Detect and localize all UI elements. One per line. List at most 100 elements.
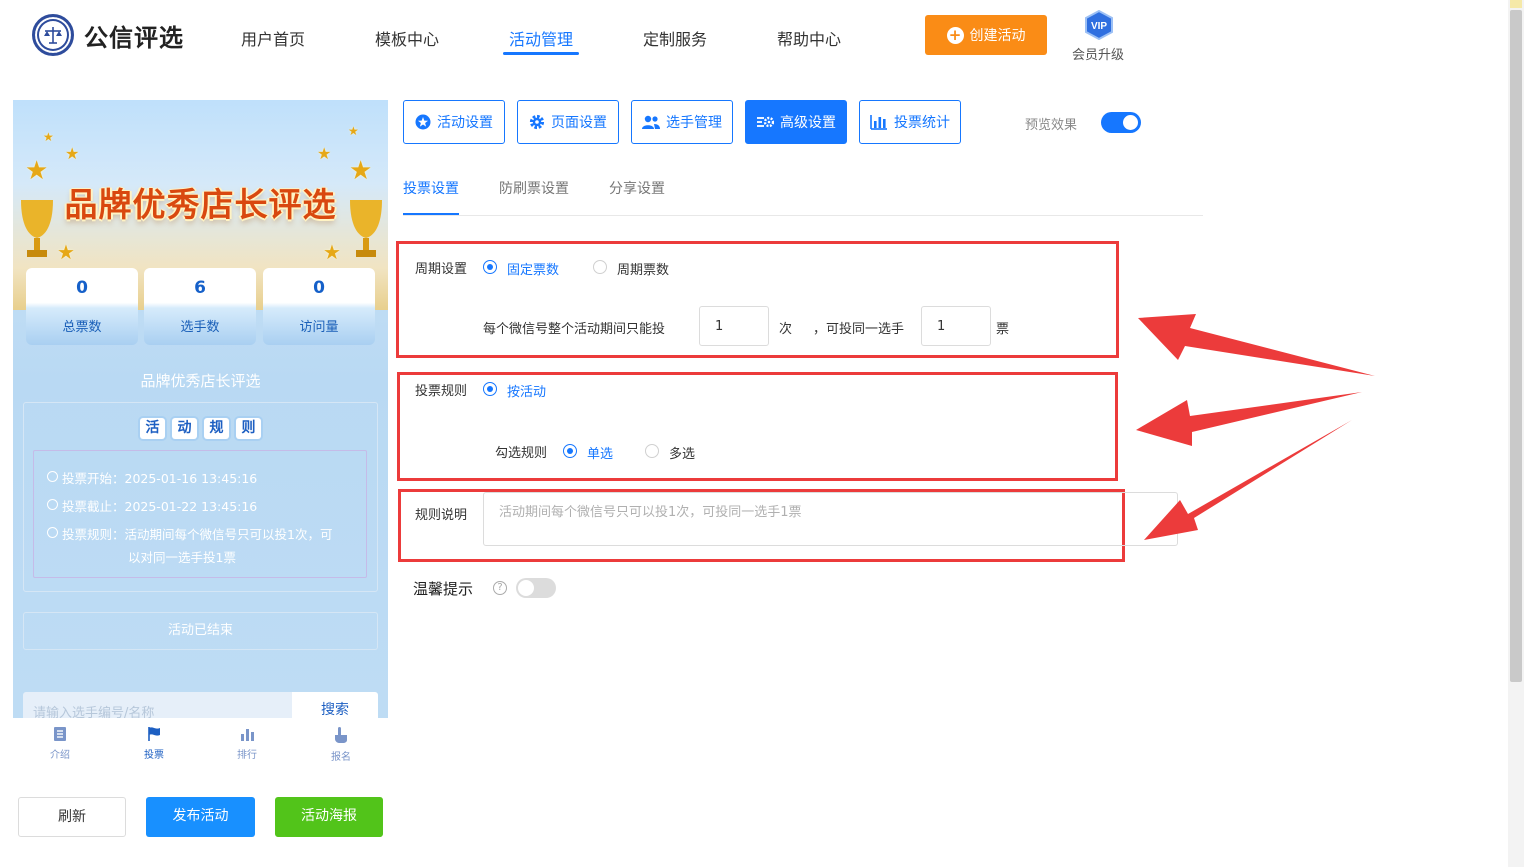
tab-vote-statistics[interactable]: 投票统计 <box>859 100 961 144</box>
star-circle-icon <box>415 114 431 130</box>
nav-active-underline <box>503 52 579 55</box>
stat-value: 0 <box>76 278 88 298</box>
contestant-search-input[interactable]: 请输入选手编号/名称 <box>23 692 293 718</box>
tab-label: 排行 <box>237 750 257 761</box>
activity-poster-button[interactable]: 活动海报 <box>275 797 383 837</box>
stat-label: 选手数 <box>180 320 220 335</box>
star-icon: ★ <box>65 144 80 163</box>
users-icon <box>642 115 660 129</box>
bar-chart-icon <box>241 729 254 741</box>
rule-text: 投票开始：2025-01-16 13:45:16 <box>62 471 258 486</box>
scroll-up-arrow-icon[interactable] <box>1510 0 1522 8</box>
tab-vote[interactable]: 投票 <box>124 726 184 761</box>
search-button[interactable]: 搜索 <box>292 692 378 718</box>
tab-signup[interactable]: 报名 <box>311 726 371 763</box>
stat-value: 6 <box>194 278 206 298</box>
tab-label: 活动设置 <box>437 115 493 131</box>
vote-times-unit: 次 <box>779 322 793 337</box>
radio-by-activity[interactable] <box>483 382 497 396</box>
tab-intro[interactable]: 介绍 <box>30 726 90 761</box>
clock-icon <box>47 471 58 482</box>
tab-advanced-settings[interactable]: 高级设置 <box>745 100 847 144</box>
option-fixed-votes-label[interactable]: 固定票数 <box>507 259 559 278</box>
annotation-arrows <box>1136 314 1375 540</box>
radio-multi-select[interactable] <box>645 444 659 458</box>
rule-text: 以对同一选手投1票 <box>128 550 236 565</box>
rule-vote-rule-cont: 以对同一选手投1票 <box>128 547 236 566</box>
tab-ranking[interactable]: 排行 <box>217 726 277 761</box>
tab-label: 投票统计 <box>894 115 950 131</box>
scrollbar-thumb[interactable] <box>1510 10 1522 682</box>
banner-title: 品牌优秀店长评选 <box>64 185 337 224</box>
warm-tip-label: 温馨提示 <box>413 580 474 598</box>
info-icon <box>47 527 58 538</box>
period-sentence-mid: ，可投同一选手 <box>813 322 905 337</box>
arrow-icon <box>1138 314 1375 376</box>
radio-fixed-votes[interactable] <box>483 260 497 274</box>
preview-effect-toggle[interactable] <box>1101 112 1141 133</box>
nav-activity-management[interactable]: 活动管理 <box>509 26 573 50</box>
stat-card-visits: 0 访问量 <box>263 268 375 345</box>
activity-ended-status: 活动已结束 <box>23 612 378 650</box>
period-settings-label: 周期设置 <box>415 262 468 277</box>
brand-name: 公信评选 <box>84 24 184 52</box>
stat-value: 0 <box>313 278 325 298</box>
rule-vote-rule: 投票规则：活动期间每个微信号只可以投1次，可 <box>47 524 332 543</box>
subtab-divider <box>403 215 1203 216</box>
stat-label: 总票数 <box>62 320 102 335</box>
option-by-activity-label[interactable]: 按活动 <box>507 381 546 400</box>
vote-rule-label: 投票规则 <box>415 384 468 399</box>
sliders-icon <box>757 116 774 128</box>
subtab-share-settings[interactable]: 分享设置 <box>609 178 665 198</box>
rule-text: 投票规则：活动期间每个微信号只可以投1次，可 <box>62 527 333 542</box>
radio-periodic-votes[interactable] <box>593 260 607 274</box>
radio-single-select[interactable] <box>563 444 577 458</box>
subtab-anti-fraud-settings[interactable]: 防刷票设置 <box>499 178 569 198</box>
option-multi-select-label[interactable]: 多选 <box>669 443 695 462</box>
stat-card-contestants: 6 选手数 <box>144 268 256 345</box>
star-icon: ★ <box>57 240 75 264</box>
mobile-preview: ★ ★ ★ ★ ★ ★ ★ ★ 品牌优秀店长评选 0 总票数 6 选手数 0 访… <box>13 100 388 718</box>
votes-unit: 票 <box>996 322 1010 337</box>
rules-heading-char: 规 <box>204 418 229 439</box>
vip-upgrade-label[interactable]: 会员升级 <box>1072 44 1124 63</box>
tab-label: 报名 <box>331 752 351 763</box>
preview-effect-label: 预览效果 <box>1025 118 1078 133</box>
rule-end-time: 投票截止：2025-01-22 13:45:16 <box>47 496 257 515</box>
tab-label: 介绍 <box>50 750 70 761</box>
star-icon: ★ <box>43 130 54 144</box>
nav-custom-service[interactable]: 定制服务 <box>643 26 707 50</box>
nav-user-home[interactable]: 用户首页 <box>241 26 305 50</box>
tab-contestant-management[interactable]: 选手管理 <box>631 100 733 144</box>
rule-description-label: 规则说明 <box>415 508 468 523</box>
nav-help-center[interactable]: 帮助中心 <box>777 26 841 50</box>
help-icon[interactable]: ? <box>493 581 507 595</box>
vote-times-input[interactable]: 1 <box>699 306 769 346</box>
logo-seal-icon <box>32 14 74 56</box>
option-periodic-votes-label[interactable]: 周期票数 <box>617 259 669 278</box>
gear-icon <box>529 114 545 130</box>
arrow-icon <box>1136 392 1362 446</box>
vip-badge-icon[interactable]: VIP <box>1082 10 1116 40</box>
warm-tip-toggle[interactable] <box>516 578 556 598</box>
nav-template-center[interactable]: 模板中心 <box>375 26 439 50</box>
tab-activity-settings[interactable]: 活动设置 <box>403 100 505 144</box>
same-contestant-votes-input[interactable]: 1 <box>921 306 991 346</box>
create-activity-button[interactable]: + 创建活动 <box>925 15 1047 55</box>
refresh-button[interactable]: 刷新 <box>18 797 126 837</box>
tab-label: 选手管理 <box>666 115 722 131</box>
subtab-vote-settings[interactable]: 投票设置 <box>403 178 459 198</box>
option-single-select-label[interactable]: 单选 <box>587 443 613 462</box>
star-icon: ★ <box>317 144 332 163</box>
scales-icon <box>44 27 62 44</box>
rule-text: 投票截止：2025-01-22 13:45:16 <box>62 499 258 514</box>
publish-activity-button[interactable]: 发布活动 <box>146 797 255 837</box>
activity-name: 品牌优秀店长评选 <box>140 372 261 390</box>
rule-description-textarea[interactable]: 活动期间每个微信号只可以投1次，可投同一选手1票 <box>483 492 1178 546</box>
rule-start-time: 投票开始：2025-01-16 13:45:16 <box>47 468 257 487</box>
clock-icon <box>47 499 58 510</box>
tab-page-settings[interactable]: 页面设置 <box>517 100 619 144</box>
bar-chart-icon <box>870 115 887 130</box>
create-activity-label: 创建活动 <box>969 28 1026 44</box>
tab-label: 高级设置 <box>780 115 836 131</box>
